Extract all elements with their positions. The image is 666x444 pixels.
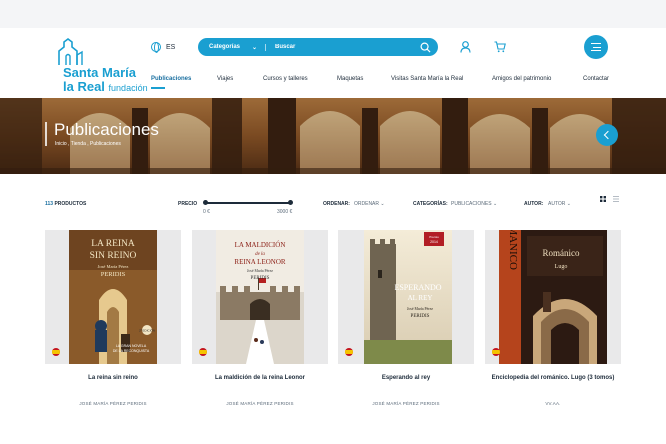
book-cover-image: LA MALDICIÓN de la REINA LEONOR José Mar… xyxy=(216,230,304,364)
book-cover-image: LA REINA SIN REINO José María Pérez PERI… xyxy=(69,230,157,364)
cover-title-line1: LA MALDICIÓN xyxy=(235,241,286,249)
cover-spine-word: ROMANICO xyxy=(507,230,519,270)
hero-banner: Publicaciones Inicio , Tienda , Publicac… xyxy=(0,98,666,174)
cover-author-line2: PERIDIS xyxy=(251,276,270,281)
product-author: JOSÉ MARÍA PÉREZ PERIDIS xyxy=(226,401,294,406)
cover-title-line2: AL REY xyxy=(408,294,433,302)
cover-author-line2: PERIDIS xyxy=(411,314,430,319)
list-view-icon[interactable] xyxy=(613,196,619,202)
book-cover-image: ROMANICO Románico Lugo xyxy=(499,230,607,364)
main-nav: Publicaciones Viajes Cursos y talleres M… xyxy=(0,76,666,88)
product-card[interactable]: LA MALDICIÓN de la REINA LEONOR José Mar… xyxy=(192,230,328,364)
language-selector[interactable]: ES xyxy=(151,42,176,53)
search-input[interactable] xyxy=(266,44,420,50)
chevron-down-icon: ⌄ xyxy=(251,44,257,51)
grid-view-icon[interactable] xyxy=(600,196,606,202)
cover-title-line3: REINA LEONOR xyxy=(234,258,285,266)
author-label: AUTOR: xyxy=(524,201,544,207)
user-icon[interactable] xyxy=(460,41,471,53)
hamburger-menu-button[interactable] xyxy=(584,35,608,59)
product-card[interactable]: ROMANICO Románico Lugo xyxy=(485,230,621,364)
cover-title-line1: LA REINA xyxy=(91,239,135,249)
spain-flag-icon xyxy=(345,348,353,356)
nav-item-visitas[interactable]: Visitas Santa María la Real xyxy=(391,76,463,82)
language-label: ES xyxy=(166,43,176,51)
filters-bar: 113 PRODUCTOS PRECIO 0 € 3000 € ORDENAR:… xyxy=(0,196,666,220)
product-title[interactable]: Enciclopedia del románico. Lugo (3 tomos… xyxy=(485,375,621,381)
menu-line-icon xyxy=(591,43,601,45)
search-category-label: Categorías xyxy=(209,43,241,50)
order-select[interactable]: ORDENAR ⌄ xyxy=(354,201,385,207)
product-card[interactable]: Premio 2014 ESPERANDO AL REY José María … xyxy=(338,230,474,364)
top-strip xyxy=(0,0,666,28)
cover-tagline-line1: LA GRAN NOVELA xyxy=(116,344,147,348)
breadcrumb[interactable]: Inicio , Tienda , Publicaciones xyxy=(55,141,121,147)
cover-badge: 2ª EDICIÓN xyxy=(139,328,155,333)
cover-tagline-line2: DE LA RECONQUISTA xyxy=(113,349,150,353)
products-count: 113 PRODUCTOS xyxy=(45,201,87,207)
cart-icon[interactable] xyxy=(494,41,506,53)
product-title[interactable]: La maldición de la reina Leonor xyxy=(192,375,328,381)
menu-line-icon xyxy=(593,46,601,48)
product-card[interactable]: LA REINA SIN REINO José María Pérez PERI… xyxy=(45,230,181,364)
cover-title-line2: SIN REINO xyxy=(90,251,137,261)
author-select[interactable]: AUTOR ⌄ xyxy=(548,201,571,207)
product-author: JOSÉ MARÍA PÉREZ PERIDIS xyxy=(372,401,440,406)
cover-award-line1: Premio xyxy=(429,235,439,239)
product-title[interactable]: La reina sin reino xyxy=(45,375,181,381)
cover-title: Románico xyxy=(543,248,580,258)
nav-item-contactar[interactable]: Contactar xyxy=(583,76,609,82)
product-title[interactable]: Esperando al rey xyxy=(338,375,474,381)
page-title: Publicaciones xyxy=(54,120,159,139)
category-label: CATEGORÍAS: xyxy=(413,201,448,207)
church-logo-icon xyxy=(58,38,83,65)
spain-flag-icon xyxy=(52,348,60,356)
search-bar: Categorías ⌄ xyxy=(198,38,438,56)
menu-line-icon xyxy=(591,50,601,52)
product-author: VV.AA. xyxy=(545,401,561,406)
hero-accent-bar xyxy=(45,122,47,146)
cover-author-line1: José María Pérez xyxy=(98,264,129,269)
book-cover-image: Premio 2014 ESPERANDO AL REY José María … xyxy=(364,230,452,364)
cover-author-line1: José María Pérez xyxy=(247,269,273,273)
search-icon[interactable] xyxy=(420,42,431,53)
cover-award-line2: 2014 xyxy=(430,240,438,244)
product-author: JOSÉ MARÍA PÉREZ PERIDIS xyxy=(79,401,147,406)
cover-subtitle: Lugo xyxy=(555,264,568,270)
nav-item-cursos[interactable]: Cursos y talleres xyxy=(263,76,308,82)
price-max-value: 3000 € xyxy=(277,209,293,215)
price-slider-min-handle[interactable] xyxy=(203,200,208,205)
cover-title-line1: ESPERANDO xyxy=(394,283,441,292)
price-min-value: 0 € xyxy=(203,209,210,215)
nav-active-indicator xyxy=(151,87,165,89)
order-label: ORDENAR: xyxy=(323,201,350,207)
hero-prev-button[interactable] xyxy=(596,124,618,146)
cover-author-line2: PERIDIS xyxy=(101,271,126,278)
price-slider-track[interactable] xyxy=(205,202,291,204)
nav-item-publicaciones[interactable]: Publicaciones xyxy=(151,76,191,82)
cover-title-line2: de la xyxy=(255,252,265,257)
cover-author-line1: José María Pérez xyxy=(407,307,433,311)
globe-icon xyxy=(151,42,161,53)
spain-flag-icon xyxy=(199,348,207,356)
nav-item-maquetas[interactable]: Maquetas xyxy=(337,76,363,82)
price-label: PRECIO xyxy=(178,201,198,207)
nav-item-amigos[interactable]: Amigos del patrimonio xyxy=(492,76,551,82)
search-category-select[interactable]: Categorías ⌄ xyxy=(198,43,266,51)
price-slider-max-handle[interactable] xyxy=(288,200,293,205)
spain-flag-icon xyxy=(492,348,500,356)
category-select[interactable]: PUBLICACIONES ⌄ xyxy=(451,201,497,207)
nav-item-viajes[interactable]: Viajes xyxy=(217,76,233,82)
